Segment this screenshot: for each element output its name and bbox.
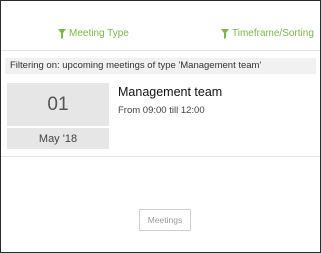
- meeting-title[interactable]: Management team: [118, 85, 222, 99]
- app-frame: Meeting Type Timeframe/Sorting Filtering…: [0, 0, 321, 253]
- timeframe-sorting-filter-link[interactable]: Timeframe/Sorting: [221, 28, 314, 39]
- meetings-button[interactable]: Meetings: [139, 209, 191, 231]
- meeting-date-day: 01: [7, 83, 109, 126]
- timeframe-sorting-label: Timeframe/Sorting: [232, 28, 314, 39]
- meeting-type-filter-link[interactable]: Meeting Type: [58, 28, 129, 39]
- meeting-type-label: Meeting Type: [69, 28, 129, 39]
- filter-bar: Meeting Type Timeframe/Sorting: [1, 25, 320, 45]
- divider: [1, 50, 320, 51]
- filter-funnel-icon: [58, 28, 66, 39]
- meeting-date-month: May '18: [7, 128, 109, 149]
- filter-funnel-icon: [221, 28, 229, 39]
- filter-status-text: Filtering on: upcoming meetings of type …: [5, 58, 316, 74]
- divider: [1, 156, 320, 157]
- meeting-time: From 09:00 till 12:00: [118, 105, 205, 116]
- meeting-date-box[interactable]: 01 May '18: [7, 83, 109, 149]
